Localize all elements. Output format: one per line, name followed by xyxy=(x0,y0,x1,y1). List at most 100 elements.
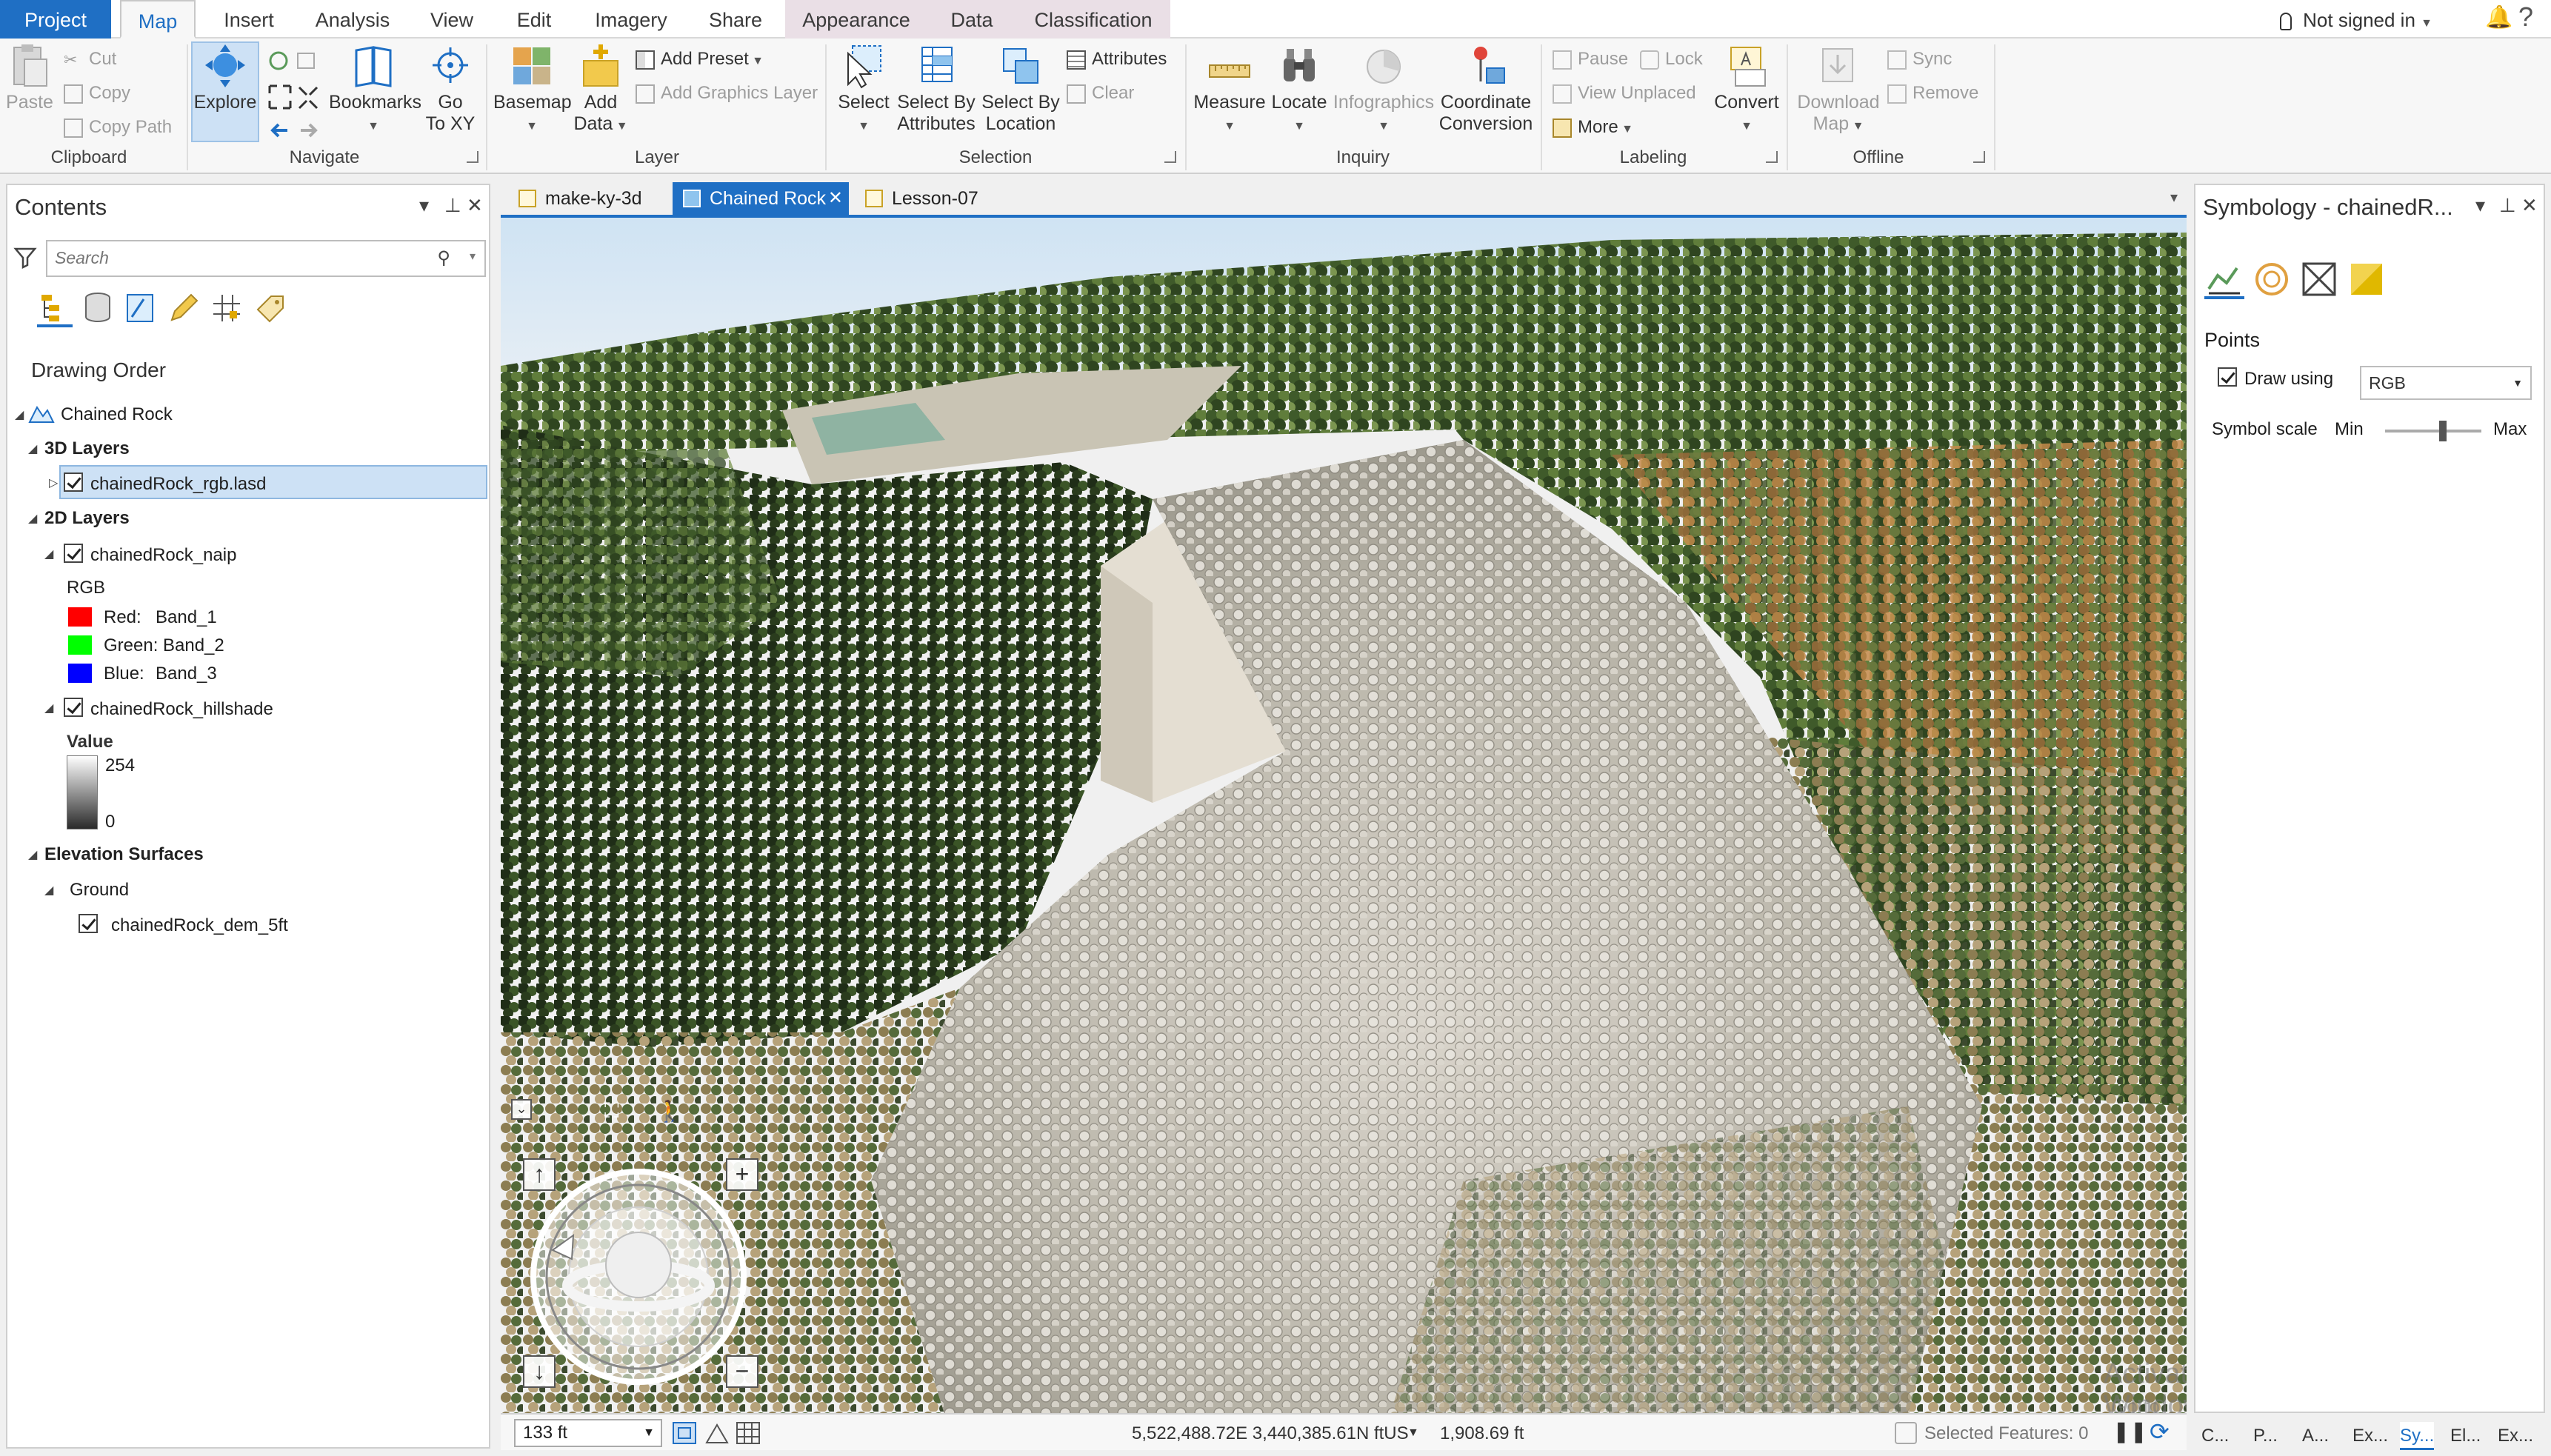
pane-menu-chevron-icon[interactable]: ▾ xyxy=(419,194,429,217)
group-elevation-surfaces[interactable]: Elevation Surfaces xyxy=(44,844,204,865)
convert-button[interactable]: Convert ▼ xyxy=(1711,43,1782,135)
tab-map[interactable]: Map xyxy=(120,0,196,39)
paste-button[interactable]: Paste xyxy=(6,43,53,113)
pane-menu-chevron-icon[interactable]: ▾ xyxy=(2475,194,2485,217)
tab-data[interactable]: Data xyxy=(935,0,1009,39)
color-fill-icon[interactable] xyxy=(2347,259,2387,299)
pane-tab[interactable]: Ex... xyxy=(2352,1422,2388,1450)
select-button[interactable]: Select ▼ xyxy=(833,43,895,135)
map-name[interactable]: Chained Rock xyxy=(61,404,173,425)
layer-visibility-checkbox[interactable] xyxy=(64,698,83,717)
navigate-small-tools[interactable] xyxy=(265,47,324,144)
tab-chained-rock[interactable]: Chained Rock ✕ xyxy=(673,182,849,215)
pin-icon[interactable]: ⊥ xyxy=(444,194,461,217)
clear-selection-button[interactable]: Clear xyxy=(1067,83,1134,104)
pane-tab[interactable]: El... xyxy=(2450,1422,2481,1450)
pane-tab[interactable]: P... xyxy=(2253,1422,2278,1450)
search-field[interactable]: ⚲ ▾ xyxy=(46,240,486,277)
search-input[interactable] xyxy=(55,241,410,274)
navigator-compass[interactable] xyxy=(527,1161,756,1391)
pane-tab[interactable]: Ex... xyxy=(2498,1422,2533,1450)
tab-lesson-07[interactable]: Lesson-07 xyxy=(855,182,1003,215)
list-by-editing-icon[interactable] xyxy=(164,289,203,327)
tab-insert[interactable]: Insert xyxy=(210,0,287,39)
infographics-button[interactable]: Infographics ▼ xyxy=(1330,43,1437,135)
collapse-arrow-icon[interactable]: ◢ xyxy=(15,407,24,422)
scale-selector[interactable]: 133 ft ▼ xyxy=(514,1419,662,1447)
draw-using-select[interactable]: RGB ▼ xyxy=(2360,366,2532,400)
close-icon[interactable]: ✕ xyxy=(828,182,843,215)
full-extent-icon[interactable]: ⛶ xyxy=(604,1099,619,1123)
table-grid-icon[interactable] xyxy=(736,1422,760,1444)
go-to-xy-button[interactable]: Go To XY xyxy=(422,43,478,135)
download-map-button[interactable]: Download Map ▼ xyxy=(1793,43,1884,135)
pane-tab[interactable]: A... xyxy=(2302,1422,2329,1450)
layer-name-dem[interactable]: chainedRock_dem_5ft xyxy=(111,915,288,936)
coordinate-format-chevron-icon[interactable]: ▼ xyxy=(1407,1426,1419,1440)
select-by-location-button[interactable]: Select By Location xyxy=(979,43,1062,135)
layer-visibility-checkbox[interactable] xyxy=(64,472,83,492)
filter-icon[interactable] xyxy=(13,246,37,270)
symbol-scale-thumb[interactable] xyxy=(2439,421,2447,441)
first-person-walk-icon[interactable]: 🚶 xyxy=(656,1099,682,1123)
tab-view[interactable]: View xyxy=(415,0,489,39)
add-graphics-layer-button[interactable]: Add Graphics Layer xyxy=(636,83,818,104)
explore-button[interactable]: Explore xyxy=(191,41,259,142)
add-preset-button[interactable]: Add Preset ▼ xyxy=(636,49,764,70)
draw-using-checkbox[interactable] xyxy=(2218,367,2237,387)
primary-symbology-icon[interactable] xyxy=(2204,259,2244,299)
vary-symbology-icon[interactable] xyxy=(2252,259,2292,299)
close-icon[interactable]: ✕ xyxy=(2521,194,2538,217)
group-3d-layers[interactable]: 3D Layers xyxy=(44,438,130,459)
signin-status[interactable]: Not signed in ▼ xyxy=(2279,0,2432,39)
grid-snap-icon[interactable] xyxy=(673,1422,696,1444)
tab-make-ky-3d[interactable]: make-ky-3d xyxy=(508,182,673,215)
group-2d-layers[interactable]: 2D Layers xyxy=(44,508,130,529)
add-data-button[interactable]: Add Data ▼ xyxy=(573,43,628,135)
help-icon[interactable]: ? xyxy=(2518,1,2533,33)
selection-launcher-icon[interactable] xyxy=(1164,151,1176,163)
chevron-down-icon[interactable]: ▾ xyxy=(470,249,476,264)
lock-labeling-button[interactable]: Lock xyxy=(1640,49,1703,70)
pane-tab-symbology[interactable]: Sy... xyxy=(2400,1422,2435,1450)
attributes-button[interactable]: Attributes xyxy=(1067,49,1167,70)
bookmarks-button[interactable]: Bookmarks ▼ xyxy=(329,43,421,135)
list-by-snapping-icon[interactable] xyxy=(207,289,246,327)
select-by-attributes-button[interactable]: Select By Attributes xyxy=(893,43,979,135)
symbol-scale-track[interactable] xyxy=(2385,430,2481,433)
tab-analysis[interactable]: Analysis xyxy=(305,0,400,39)
close-icon[interactable]: ✕ xyxy=(467,194,483,217)
layer-visibility-checkbox[interactable] xyxy=(79,914,98,933)
collapse-arrow-icon[interactable]: ◢ xyxy=(44,701,53,715)
tab-project[interactable]: Project xyxy=(0,0,111,39)
view-unplaced-button[interactable]: View Unplaced xyxy=(1553,83,1696,104)
pause-drawing-icon[interactable]: ❚❚ xyxy=(2113,1419,2147,1443)
tab-edit[interactable]: Edit xyxy=(501,0,567,39)
layer-name-hillshade[interactable]: chainedRock_hillshade xyxy=(90,699,273,720)
collapse-arrow-icon[interactable]: ◢ xyxy=(44,547,53,561)
list-by-data-source-icon[interactable] xyxy=(79,289,117,327)
locate-button[interactable]: Locate ▼ xyxy=(1268,43,1330,135)
filter-by-class-icon[interactable] xyxy=(2299,259,2339,299)
tab-classification[interactable]: Classification xyxy=(1030,0,1157,39)
collapse-arrow-icon[interactable]: ◢ xyxy=(28,511,37,526)
refresh-icon[interactable]: ⟳ xyxy=(2150,1417,2170,1446)
navigate-launcher-icon[interactable] xyxy=(467,151,478,163)
tab-imagery[interactable]: Imagery xyxy=(585,0,677,39)
list-by-labeling-icon[interactable] xyxy=(250,289,289,327)
pin-icon[interactable]: ⊥ xyxy=(2499,194,2516,217)
list-by-drawing-order-icon[interactable] xyxy=(36,289,74,327)
list-by-selection-icon[interactable] xyxy=(121,289,160,327)
tab-share[interactable]: Share xyxy=(696,0,775,39)
tab-appearance[interactable]: Appearance xyxy=(798,0,914,39)
coordinate-conversion-button[interactable]: Coordinate Conversion xyxy=(1437,43,1535,135)
layer-visibility-checkbox[interactable] xyxy=(64,544,83,563)
pane-tab[interactable]: C... xyxy=(2201,1422,2229,1450)
more-labeling-button[interactable]: More ▼ xyxy=(1553,117,1633,138)
collapse-arrow-icon[interactable]: ◢ xyxy=(28,441,37,456)
collapse-arrow-icon[interactable]: ◢ xyxy=(28,847,37,862)
collapse-navigator-chevron-icon[interactable]: ⌄ xyxy=(511,1099,532,1120)
ground-surface[interactable]: Ground xyxy=(70,880,129,901)
expand-arrow-icon[interactable]: ▷ xyxy=(49,475,58,490)
pause-labeling-button[interactable]: Pause xyxy=(1553,49,1628,70)
